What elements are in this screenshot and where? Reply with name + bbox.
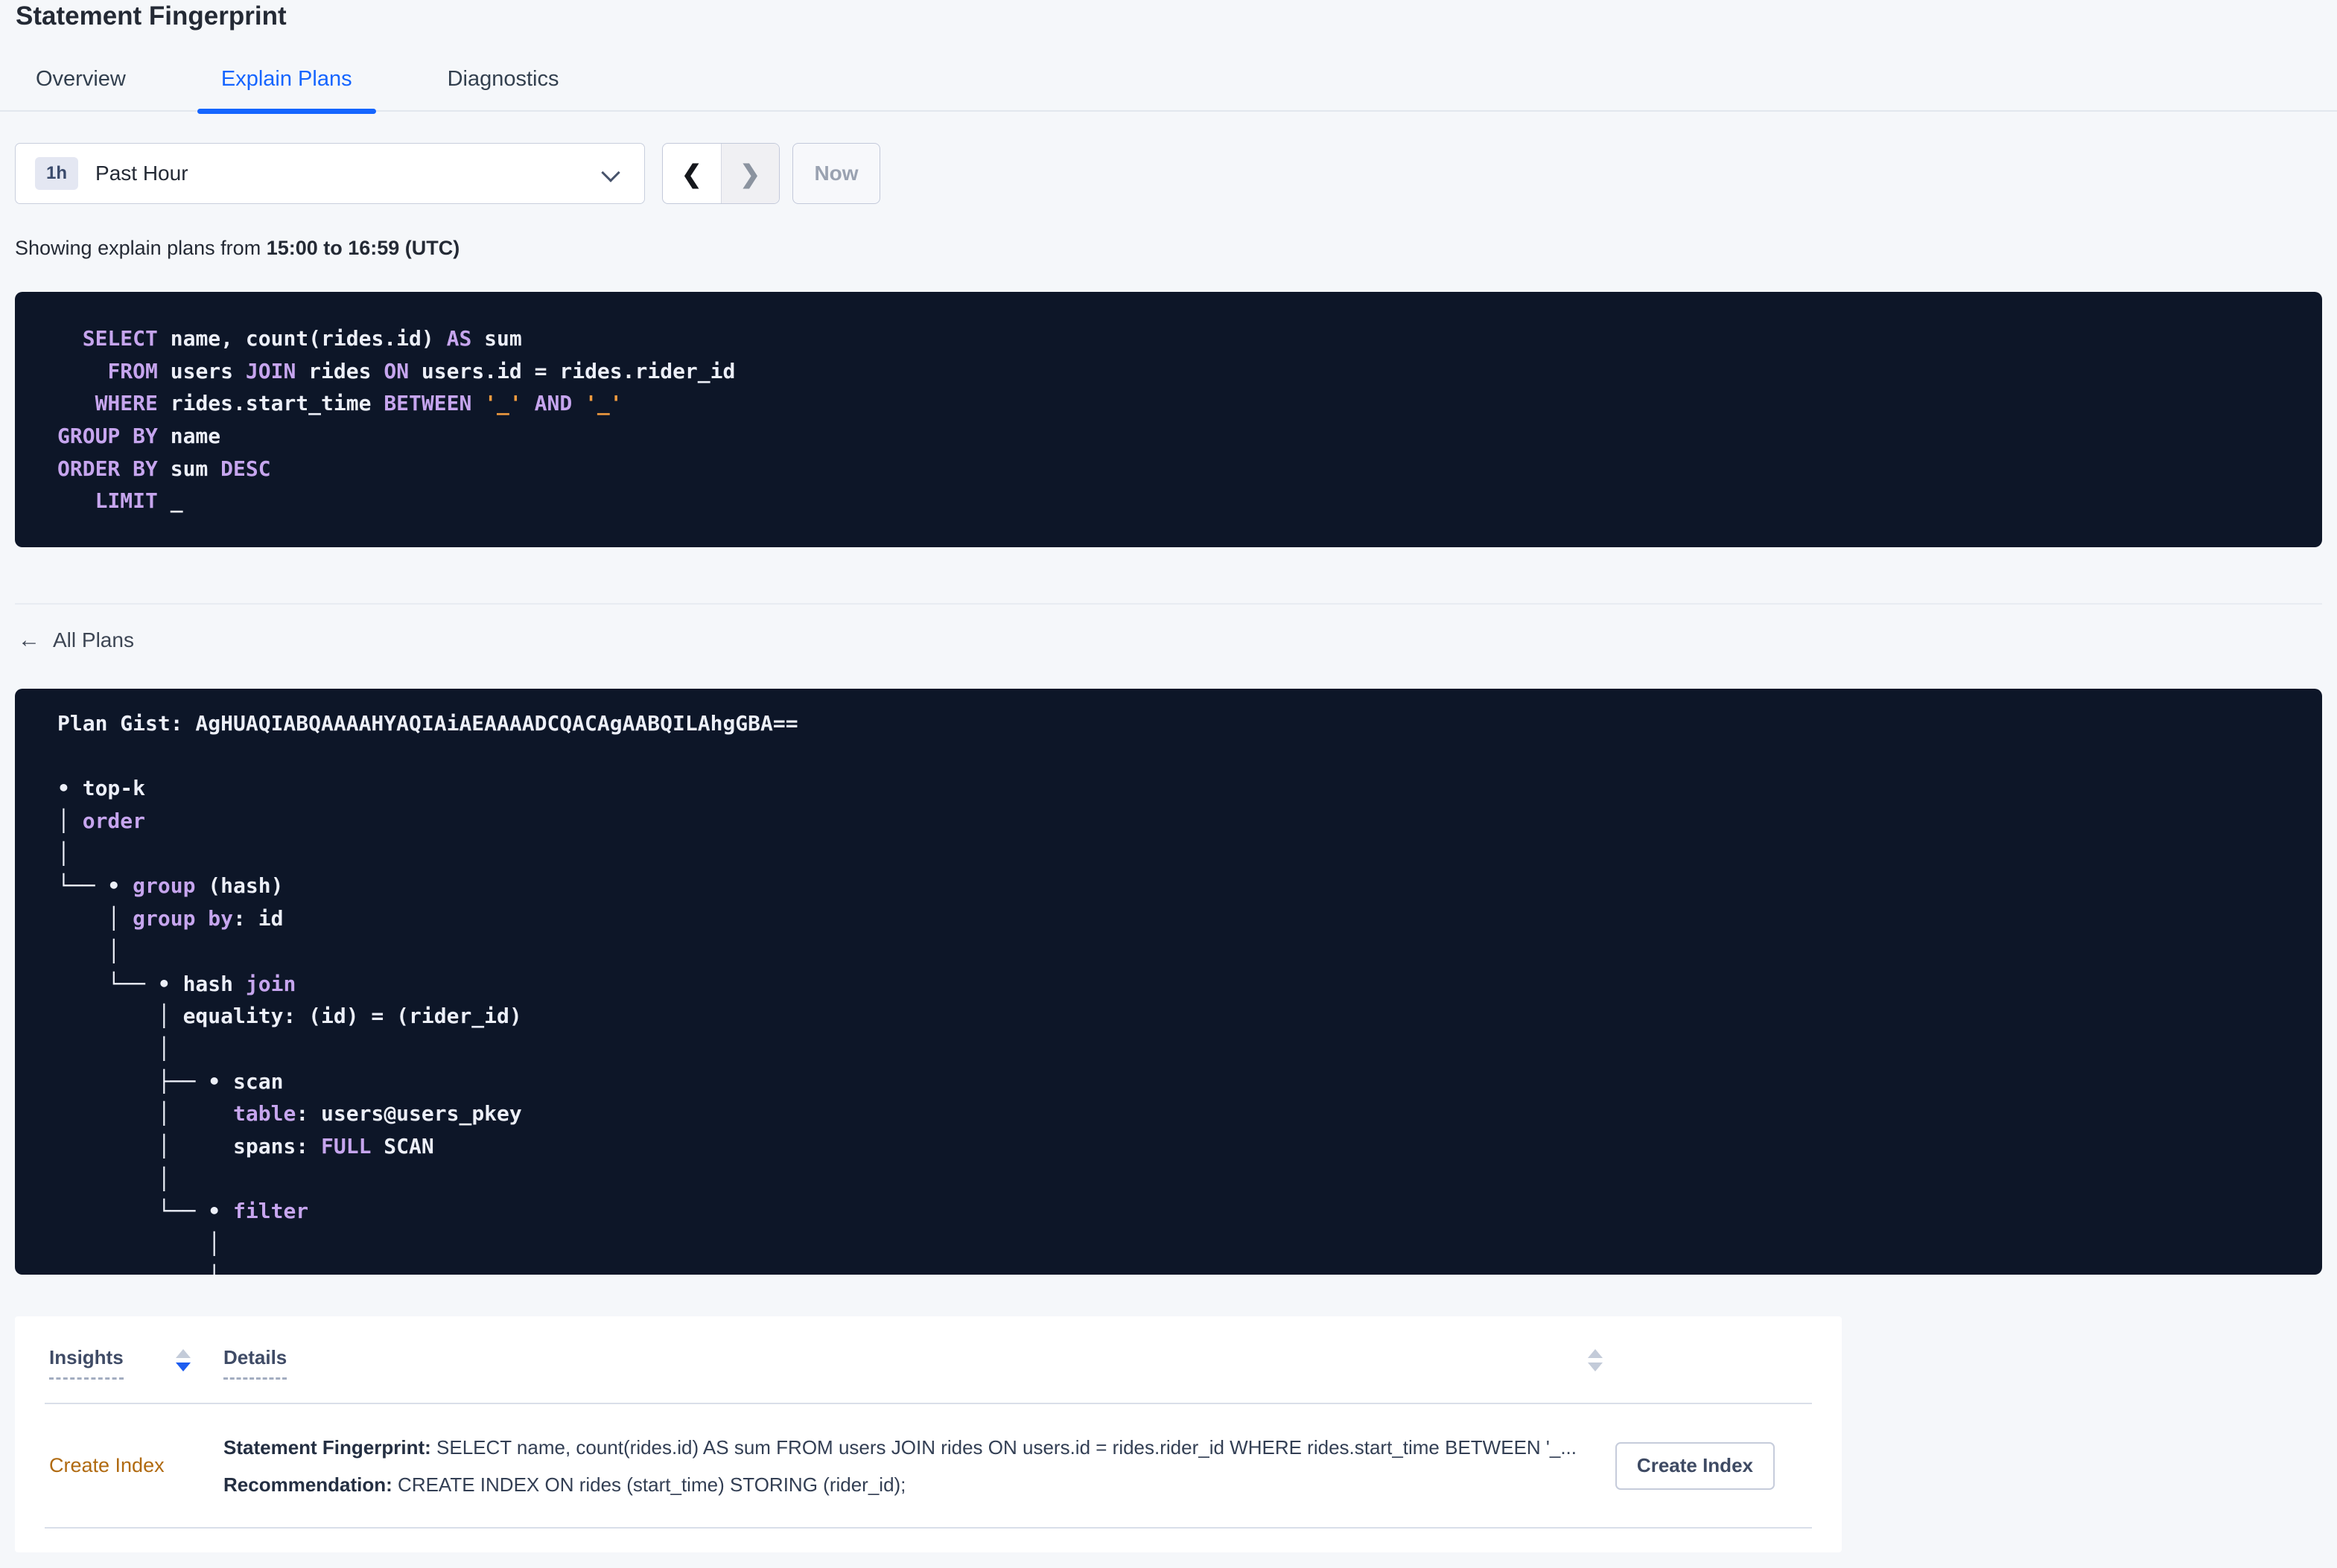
now-button[interactable]: Now xyxy=(792,143,880,204)
section-divider xyxy=(15,603,2322,605)
recommendation-label: Recommendation: xyxy=(223,1473,392,1496)
recommendation-text: CREATE INDEX ON rides (start_time) STORI… xyxy=(392,1473,906,1496)
tab-diagnostics[interactable]: Diagnostics xyxy=(424,48,583,110)
time-step-button-group: ❮ ❯ xyxy=(662,143,780,204)
table-row-border xyxy=(45,1527,1812,1529)
detail-recommendation-line: Recommendation: CREATE INDEX ON rides (s… xyxy=(223,1466,1593,1503)
details-cell: Statement Fingerprint: SELECT name, coun… xyxy=(223,1429,1593,1503)
sort-icon-insights[interactable] xyxy=(176,1349,191,1371)
sql-code: SELECT name, count(rides.id) AS sum FROM… xyxy=(57,326,736,514)
all-plans-label: All Plans xyxy=(53,628,134,651)
tab-explain-plans[interactable]: Explain Plans xyxy=(197,48,376,114)
table-row: Create Index Statement Fingerprint: SELE… xyxy=(49,1404,1812,1527)
insight-type-link[interactable]: Create Index xyxy=(49,1454,223,1477)
sort-up-triangle xyxy=(176,1349,191,1358)
column-header-details[interactable]: Details xyxy=(223,1346,287,1380)
time-range-label: Past Hour xyxy=(95,162,188,185)
back-arrow-icon: ← xyxy=(18,628,40,652)
plan-tree-code: Plan Gist: AgHUAQIABQAAAAHYAQIAiAEAAAADC… xyxy=(57,711,798,1275)
column-header-insights[interactable]: Insights xyxy=(49,1346,124,1380)
plan-gist-box: Plan Gist: AgHUAQIABQAAAAHYAQIAiAEAAAADC… xyxy=(15,689,2322,1275)
all-plans-link[interactable]: ← All Plans xyxy=(18,628,134,653)
insights-table: Insights Details Create Index Statement … xyxy=(15,1316,1842,1552)
time-controls: 1h Past Hour ❮ ❯ Now xyxy=(15,143,880,204)
time-interval-badge: 1h xyxy=(35,157,79,190)
summary-prefix: Showing explain plans from xyxy=(15,237,267,259)
chevron-down-icon xyxy=(601,163,620,182)
detail-fingerprint-line: Statement Fingerprint: SELECT name, coun… xyxy=(223,1429,1593,1466)
fingerprint-label: Statement Fingerprint: xyxy=(223,1435,431,1459)
sql-statement-box: SELECT name, count(rides.id) AS sum FROM… xyxy=(15,292,2322,547)
create-index-button-label: Create Index xyxy=(1636,1454,1753,1476)
tab-overview-label: Overview xyxy=(36,66,126,91)
explain-plans-summary: Showing explain plans from 15:00 to 16:5… xyxy=(15,237,460,260)
chevron-right-icon: ❯ xyxy=(740,159,761,188)
prev-time-button[interactable]: ❮ xyxy=(663,144,722,203)
sort-down-triangle xyxy=(1588,1363,1603,1371)
now-button-label: Now xyxy=(814,162,859,185)
chevron-left-icon: ❮ xyxy=(681,159,702,188)
summary-time-range: 15:00 to 16:59 (UTC) xyxy=(266,237,460,259)
time-range-select[interactable]: 1h Past Hour xyxy=(15,143,645,204)
sort-icon-details[interactable] xyxy=(1588,1349,1603,1371)
fingerprint-text: SELECT name, count(rides.id) AS sum FROM… xyxy=(430,1435,1577,1459)
tab-diagnostics-label: Diagnostics xyxy=(447,66,559,91)
tab-overview[interactable]: Overview xyxy=(12,48,150,110)
next-time-button[interactable]: ❯ xyxy=(721,144,779,203)
tab-explain-plans-label: Explain Plans xyxy=(220,66,352,91)
create-index-button[interactable]: Create Index xyxy=(1615,1441,1775,1490)
tab-bar: Overview Explain Plans Diagnostics xyxy=(0,48,2337,114)
statement-fingerprint-page: Statement Fingerprint Overview Explain P… xyxy=(0,0,2337,1568)
sort-up-triangle xyxy=(1588,1349,1603,1358)
sort-down-triangle xyxy=(176,1363,191,1371)
page-title: Statement Fingerprint xyxy=(16,1,287,31)
